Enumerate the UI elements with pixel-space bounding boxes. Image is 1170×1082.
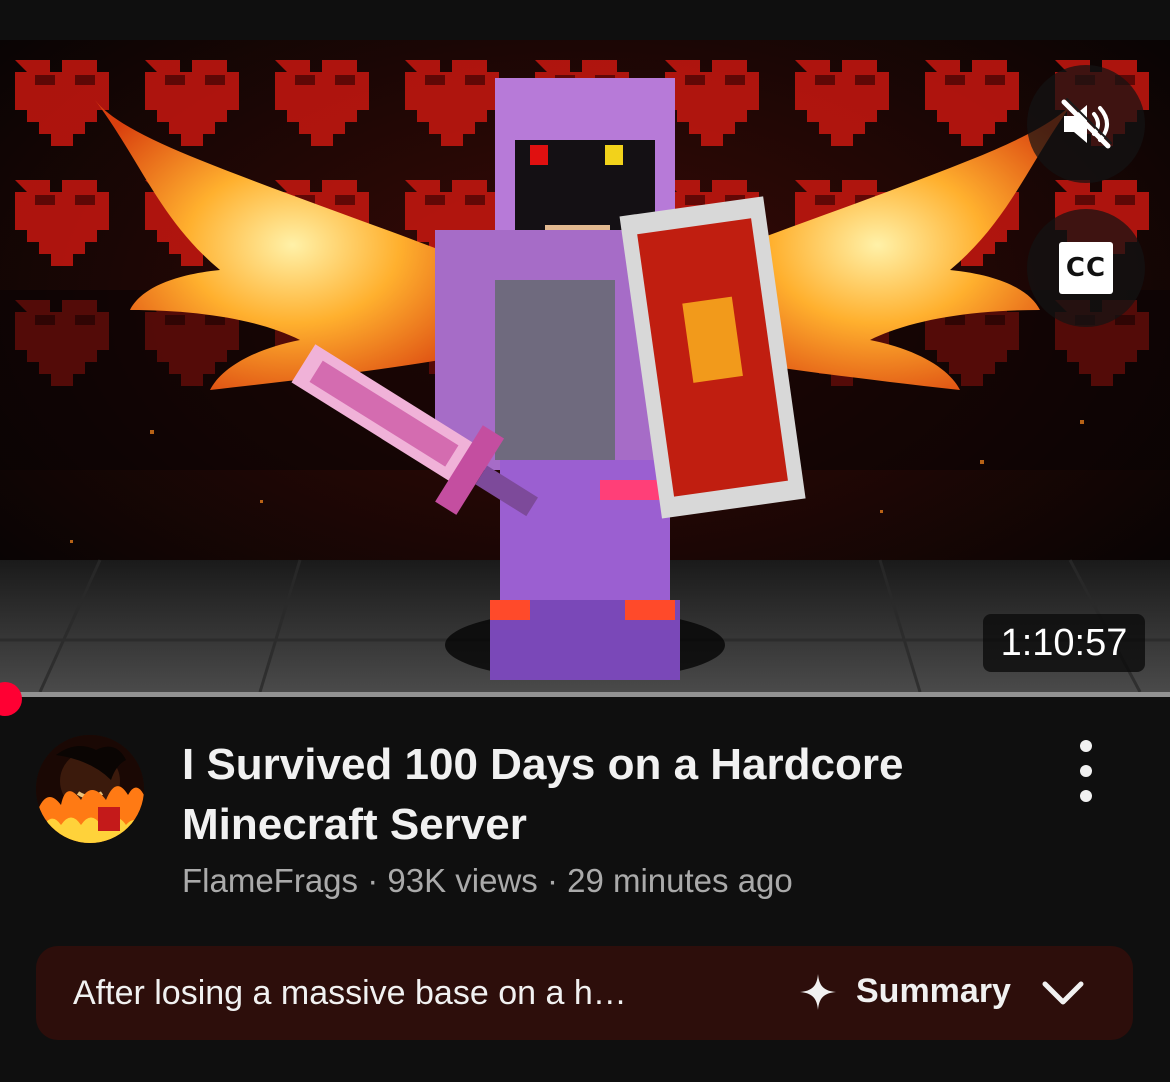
channel-avatar[interactable]	[36, 735, 144, 843]
mute-button[interactable]	[1027, 65, 1145, 183]
chevron-down-icon	[1042, 981, 1084, 1005]
meta-separator: ·	[358, 862, 388, 899]
closed-captions-icon: CC	[1059, 242, 1113, 294]
video-thumbnail	[0, 40, 1170, 692]
video-duration: 1:10:57	[983, 614, 1145, 672]
kebab-dot	[1080, 765, 1092, 777]
volume-muted-icon	[1061, 98, 1112, 149]
summary-preview: After losing a massive base on a h…	[73, 974, 627, 1012]
progress-bar[interactable]	[0, 692, 1170, 697]
kebab-dot	[1080, 740, 1092, 752]
upload-age: 29 minutes ago	[567, 862, 793, 899]
sparkle-icon	[800, 974, 836, 1010]
captions-button[interactable]: CC	[1027, 209, 1145, 327]
view-count: 93K views	[387, 862, 538, 899]
meta-separator: ·	[537, 862, 568, 899]
avatar-image	[36, 735, 144, 843]
kebab-dot	[1080, 790, 1092, 802]
video-title[interactable]: I Survived 100 Days on a Hardcore Minecr…	[182, 735, 1002, 855]
top-strip	[0, 0, 1170, 40]
more-options-button[interactable]	[1060, 740, 1112, 802]
video-metadata: FlameFrags · 93K views · 29 minutes ago	[182, 862, 793, 900]
channel-name[interactable]: FlameFrags	[182, 862, 358, 899]
video-player[interactable]: CC 1:10:57	[0, 40, 1170, 692]
summary-label: Summary	[856, 972, 1011, 1010]
summary-panel[interactable]: After losing a massive base on a h… Summ…	[36, 946, 1133, 1040]
